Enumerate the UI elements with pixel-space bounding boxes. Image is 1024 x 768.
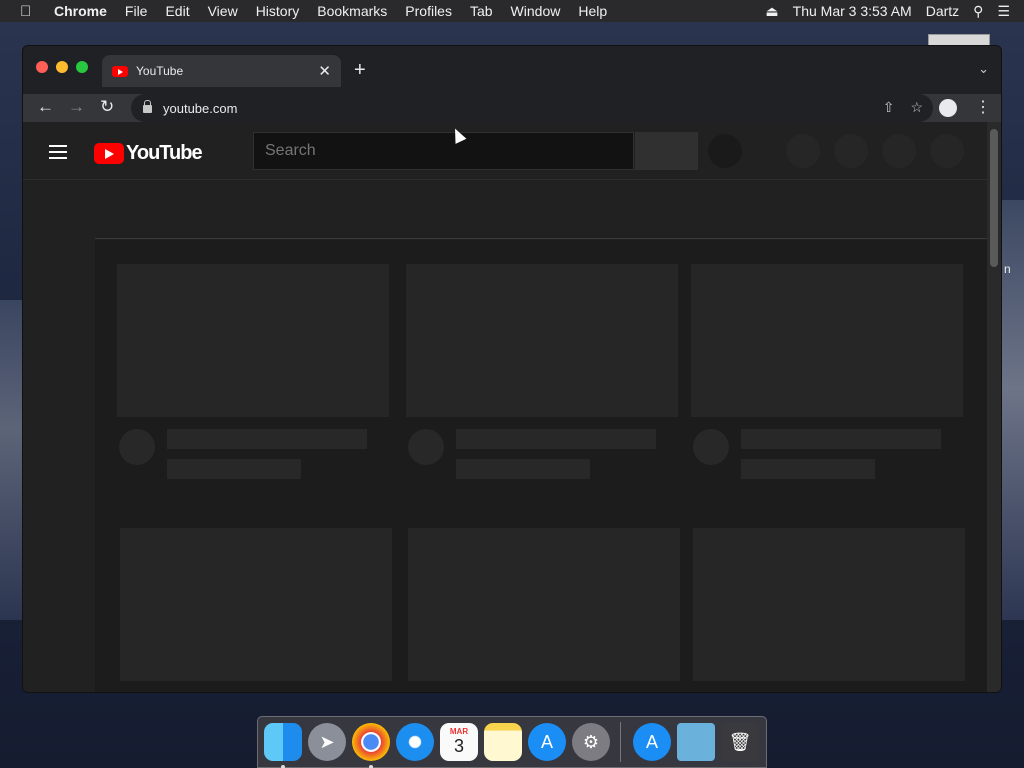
- dock-trash-icon[interactable]: 🗑: [721, 723, 759, 761]
- reload-icon[interactable]: ↻: [100, 97, 114, 117]
- video-card-skeleton[interactable]: [120, 528, 392, 681]
- youtube-sidebar-placeholder: [23, 181, 95, 692]
- youtube-logo[interactable]: YouTube: [94, 142, 203, 165]
- address-bar[interactable]: youtube.com ⇧ ☆: [131, 94, 933, 122]
- tab-search-chevron-icon[interactable]: ⌄: [978, 61, 989, 77]
- chips-bar-placeholder: [95, 181, 989, 239]
- video-grid: [95, 240, 989, 692]
- dock-safari-icon[interactable]: [396, 723, 434, 761]
- window-controls: [36, 61, 88, 73]
- profile-avatar-icon[interactable]: [939, 99, 957, 117]
- forward-arrow-icon[interactable]: →: [68, 97, 85, 117]
- address-url: youtube.com: [163, 100, 238, 116]
- menu-view[interactable]: View: [208, 3, 238, 19]
- tab-strip: YouTube ✕ + ⌄: [23, 46, 1001, 94]
- menu-bar-status: ⏏ Thu Mar 3 3:53 AM Dartz ⚲ ☰: [765, 0, 1024, 22]
- share-icon[interactable]: ⇧: [883, 99, 895, 116]
- avatar-placeholder: [408, 429, 444, 465]
- menu-window[interactable]: Window: [511, 3, 561, 19]
- video-card-skeleton[interactable]: [693, 528, 965, 681]
- menu-app-chrome[interactable]: Chrome: [54, 3, 107, 19]
- menu-edit[interactable]: Edit: [165, 3, 189, 19]
- hamburger-menu-icon[interactable]: [49, 145, 67, 163]
- chrome-window: YouTube ✕ + ⌄ ← → ↻ youtube.com ⇧ ☆ ⋮ Yo…: [22, 45, 1002, 693]
- title-placeholder: [456, 429, 656, 449]
- bookmark-star-icon[interactable]: ☆: [910, 99, 923, 116]
- thumbnail-placeholder: [693, 528, 965, 681]
- dock-app-store-icon[interactable]: A: [528, 723, 566, 761]
- dock-finder-icon[interactable]: [264, 723, 302, 768]
- youtube-search-input[interactable]: [253, 132, 634, 170]
- menu-bar:  Chrome File Edit View History Bookmark…: [0, 0, 1024, 22]
- dock-launchpad-icon[interactable]: ➤: [308, 723, 346, 761]
- dock: ➤ MAR 3 A ⚙ A 🗑: [257, 716, 767, 768]
- page-scrollbar-thumb[interactable]: [990, 129, 998, 267]
- apple-icon[interactable]: : [20, 3, 38, 20]
- tab-title: YouTube: [136, 64, 184, 78]
- new-tab-button[interactable]: +: [354, 59, 366, 82]
- video-card-skeleton[interactable]: [406, 264, 678, 479]
- avatar-placeholder: [119, 429, 155, 465]
- calendar-month: MAR: [449, 727, 469, 736]
- close-tab-icon[interactable]: ✕: [318, 62, 331, 80]
- header-action-placeholder[interactable]: [930, 134, 964, 168]
- youtube-play-icon: [94, 143, 124, 164]
- menu-help[interactable]: Help: [578, 3, 607, 19]
- thumbnail-placeholder: [406, 264, 678, 417]
- dock-system-preferences-icon[interactable]: ⚙: [572, 723, 610, 761]
- dock-separator: [620, 722, 621, 762]
- spotlight-search-icon[interactable]: ⚲: [973, 3, 983, 20]
- voice-search-placeholder[interactable]: [708, 134, 742, 168]
- menu-user[interactable]: Dartz: [926, 3, 959, 19]
- channel-placeholder: [167, 459, 301, 479]
- thumbnail-placeholder: [408, 528, 680, 681]
- close-window-button[interactable]: [36, 61, 48, 73]
- zoom-window-button[interactable]: [76, 61, 88, 73]
- channel-placeholder: [741, 459, 875, 479]
- thumbnail-placeholder: [117, 264, 389, 417]
- wallpaper-left: [0, 300, 22, 620]
- tab-youtube[interactable]: YouTube ✕: [102, 55, 341, 87]
- title-placeholder: [167, 429, 367, 449]
- menu-clock[interactable]: Thu Mar 3 3:53 AM: [793, 3, 912, 19]
- avatar-placeholder: [693, 429, 729, 465]
- video-card-skeleton[interactable]: [691, 264, 963, 479]
- menu-bookmarks[interactable]: Bookmarks: [317, 3, 387, 19]
- thumbnail-placeholder: [691, 264, 963, 417]
- thumbnail-placeholder: [120, 528, 392, 681]
- browser-toolbar: ← → ↻ youtube.com ⇧ ☆ ⋮: [23, 94, 1001, 122]
- video-card-skeleton[interactable]: [117, 264, 389, 479]
- header-action-placeholder[interactable]: [834, 134, 868, 168]
- dock-applications-folder-icon[interactable]: A: [633, 723, 671, 761]
- menu-tab[interactable]: Tab: [470, 3, 493, 19]
- youtube-header: YouTube: [23, 122, 989, 180]
- header-action-placeholder[interactable]: [882, 134, 916, 168]
- menu-file[interactable]: File: [125, 3, 148, 19]
- channel-placeholder: [456, 459, 590, 479]
- desktop-label-fragment: n: [1004, 262, 1011, 276]
- dock-downloads-folder-icon[interactable]: [677, 723, 715, 761]
- dock-chrome-icon[interactable]: [352, 723, 390, 768]
- youtube-logo-text: YouTube: [126, 142, 203, 164]
- lock-icon[interactable]: [143, 100, 152, 113]
- title-placeholder: [741, 429, 941, 449]
- minimize-window-button[interactable]: [56, 61, 68, 73]
- dock-notes-icon[interactable]: [484, 723, 522, 761]
- video-card-skeleton[interactable]: [408, 528, 680, 681]
- dock-calendar-icon[interactable]: MAR 3: [440, 723, 478, 761]
- calendar-day: 3: [453, 736, 464, 756]
- control-center-icon[interactable]: ☰: [997, 3, 1010, 20]
- omnibox-actions: ⇧ ☆: [883, 99, 923, 116]
- chrome-menu-icon[interactable]: ⋮: [975, 97, 991, 117]
- back-arrow-icon[interactable]: ←: [37, 97, 54, 117]
- youtube-page: YouTube: [23, 122, 989, 692]
- menu-profiles[interactable]: Profiles: [405, 3, 452, 19]
- eject-icon[interactable]: ⏏: [765, 3, 778, 20]
- header-action-placeholder[interactable]: [786, 134, 820, 168]
- youtube-search-button[interactable]: [635, 132, 698, 170]
- youtube-favicon-icon: [112, 65, 128, 77]
- menu-history[interactable]: History: [256, 3, 300, 19]
